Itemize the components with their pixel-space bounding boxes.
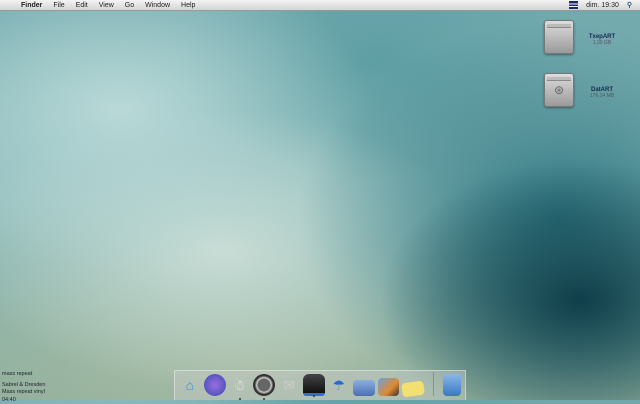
mail-icon[interactable]: ✉ bbox=[278, 374, 300, 396]
menu-view[interactable]: View bbox=[99, 2, 114, 9]
spotlight-icon[interactable]: ⚲ bbox=[627, 1, 632, 9]
track-artist: Sabrel & Dresden bbox=[2, 382, 45, 390]
photos-icon[interactable] bbox=[378, 378, 400, 396]
menu-window[interactable]: Window bbox=[145, 2, 170, 9]
track-time: 04:40 bbox=[2, 397, 45, 404]
top-hat-icon[interactable] bbox=[303, 374, 325, 396]
menu-clock[interactable]: dim. 19:30 bbox=[586, 2, 619, 9]
dock-separator bbox=[433, 372, 434, 396]
umbrella-icon[interactable]: ☂ bbox=[328, 374, 350, 396]
track-title: mass repeat bbox=[2, 371, 45, 379]
now-playing-widget: mass repeat Sabrel & Dresden Mass repeat… bbox=[2, 371, 45, 404]
menu-bar: Finder File Edit View Go Window Help dim… bbox=[0, 0, 640, 11]
track-album: Mass repeat vinyl bbox=[2, 389, 45, 397]
dock: ⌂ ☃ ✉ ☂ bbox=[174, 370, 466, 400]
notes-icon[interactable] bbox=[401, 381, 425, 398]
disk-size: 176,14 MB bbox=[572, 93, 632, 99]
menu-file[interactable]: File bbox=[53, 2, 64, 9]
disk-label-datart[interactable]: DatART176,14 MB bbox=[572, 87, 632, 99]
menu-finder[interactable]: Finder bbox=[21, 2, 42, 9]
trash-icon[interactable] bbox=[443, 374, 461, 396]
menu-help[interactable]: Help bbox=[181, 2, 195, 9]
robot-icon[interactable]: ☃ bbox=[229, 374, 251, 396]
input-source-icon[interactable] bbox=[569, 1, 578, 9]
menu-edit[interactable]: Edit bbox=[76, 2, 88, 9]
speaker-icon[interactable] bbox=[253, 374, 275, 396]
disk-icon-datart[interactable]: ⊛ bbox=[544, 73, 574, 107]
disk-size: 1,09 GB bbox=[572, 40, 632, 46]
bus-icon[interactable] bbox=[353, 380, 375, 396]
browser-icon[interactable] bbox=[204, 374, 226, 396]
disk-icon-txepart[interactable] bbox=[544, 20, 574, 54]
disk-label-txepart[interactable]: TxepART1,09 GB bbox=[572, 34, 632, 46]
menu-go[interactable]: Go bbox=[125, 2, 134, 9]
home-icon[interactable]: ⌂ bbox=[179, 374, 201, 396]
